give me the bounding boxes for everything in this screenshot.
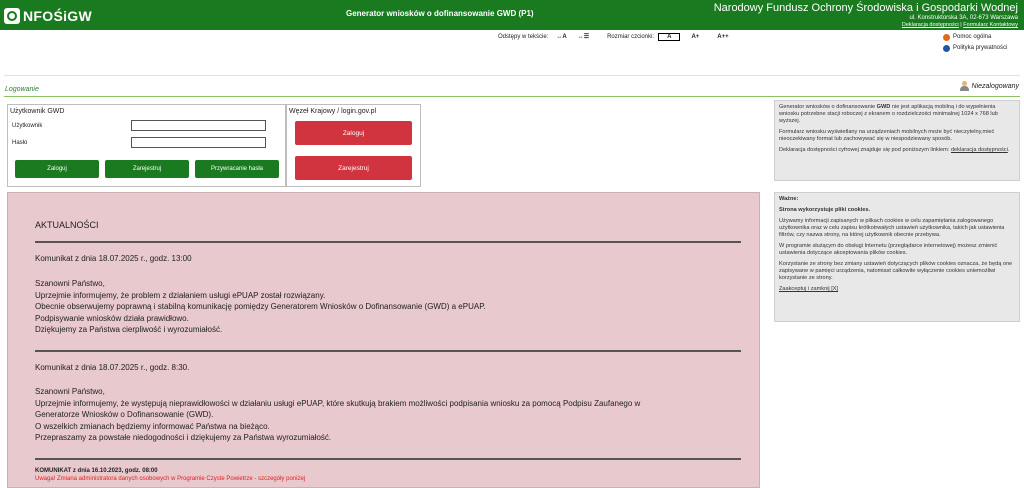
- help-icon: [943, 33, 950, 41]
- cookie-paragraph: W programie służącym do obsługi Internet…: [779, 243, 998, 256]
- national-node-panel-title: Węzeł Krajowy / login.gov.pl: [289, 108, 377, 115]
- user-status: Niezalogowany: [959, 81, 1019, 91]
- password-label: Hasło: [12, 140, 28, 146]
- gwd-panel-title: Użytkownik GWD: [10, 108, 65, 115]
- info-icon: [943, 44, 950, 52]
- news-separator: [35, 350, 741, 352]
- cookie-subheading: Strona wykorzystuje pliki cookies.: [779, 207, 871, 213]
- info-text: .: [1007, 147, 1010, 153]
- news-title: AKTUALNOŚCI: [35, 220, 99, 230]
- national-node-login-panel: Węzeł Krajowy / login.gov.pl Zaloguj Zar…: [286, 104, 421, 187]
- national-node-register-button[interactable]: Zarejestruj: [295, 156, 412, 180]
- help-links: Pomoc ogólna Polityka prywatności: [943, 32, 1007, 54]
- contact-form-link[interactable]: Formularz Kontaktowy: [963, 22, 1018, 28]
- news-line: Szanowni Państwo,: [35, 279, 105, 288]
- news-line: Dziękujemy za Państwa cierpliwość i wyro…: [35, 325, 223, 335]
- font-size-label: Rozmiar czcionki:: [607, 33, 655, 40]
- username-label: Użytkownik: [12, 123, 43, 129]
- news-panel: AKTUALNOŚCI Komunikat z dnia 18.07.2025 …: [7, 192, 760, 488]
- accessibility-toolbar: Odstępy w tekście: ↔A ↔☰ Rozmiar czcionk…: [498, 32, 736, 41]
- news-item-header: Komunikat z dnia 18.07.2025 r., godz. 8:…: [35, 363, 190, 372]
- news-item-header: Komunikat z dnia 18.07.2025 r., godz. 13…: [35, 254, 192, 263]
- accessibility-declaration-link[interactable]: Deklaracja dostępności: [902, 22, 959, 28]
- cookie-paragraph: Używamy informacji zapisanych w plikach …: [779, 218, 1005, 238]
- news-line: Podpisywanie wniosków działa prawidłowo.: [35, 313, 189, 323]
- news-line: Uprzejmie informujemy, że występują niep…: [35, 398, 641, 408]
- cookie-paragraph: Korzystanie ze strony bez zmiany ustawie…: [779, 261, 1013, 281]
- cookie-heading: Ważne:: [779, 196, 799, 202]
- mobile-info-box: Generator wniosków o dofinansowanie GWD …: [774, 100, 1020, 181]
- font-size-xlarge-button[interactable]: A++: [713, 33, 732, 41]
- nfosigw-logo[interactable]: NFOŚiGW: [4, 6, 92, 26]
- info-text-bold: GWD: [876, 104, 891, 110]
- news-line: Obecnie obserwujemy poprawną i stabilną …: [35, 302, 486, 312]
- text-spacing-label: Odstępy w tekście:: [498, 33, 549, 40]
- news-item-body: Szanowni Państwo, Uprzejmie informujemy,…: [35, 386, 735, 444]
- font-size-normal-button[interactable]: A: [658, 32, 681, 41]
- cookie-notice: Ważne: Strona wykorzystuje pliki cookies…: [774, 192, 1020, 322]
- line-spacing-button[interactable]: ↔☰: [574, 32, 593, 41]
- national-node-login-button[interactable]: Zaloguj: [295, 121, 412, 145]
- news-item-warning: Uwaga! Zmiana administratora danych osob…: [35, 476, 306, 482]
- logo-text: NFOŚiGW: [23, 8, 92, 24]
- news-line: O wszelkich zmianach będziemy informować…: [35, 421, 270, 431]
- org-address: ul. Konstruktorska 3A, 02-673 Warszawa: [909, 15, 1019, 21]
- info-text: Generator wniosków o dofinansowanie: [779, 104, 877, 110]
- login-section-title: Logowanie: [5, 86, 39, 93]
- font-size-large-button[interactable]: A+: [687, 33, 703, 41]
- top-header: NFOŚiGW Generator wniosków o dofinansowa…: [0, 0, 1024, 30]
- org-info: Narodowy Fundusz Ochrony Środowiska i Go…: [714, 2, 1018, 28]
- general-help-label: Pomoc ogólna: [953, 34, 992, 40]
- news-item-header: KOMUNIKAT z dnia 16.10.2023, godz. 08:00: [35, 468, 158, 474]
- general-help-link[interactable]: Pomoc ogólna: [943, 32, 1007, 42]
- info-paragraph: Formularz wniosku wyświetlany na urządze…: [779, 129, 995, 142]
- privacy-policy-link[interactable]: Polityka prywatności: [943, 43, 1007, 53]
- username-input[interactable]: [131, 120, 266, 131]
- accessibility-declaration-inline-link[interactable]: deklaracja dostępności: [951, 147, 1008, 153]
- login-button[interactable]: Zaloguj: [15, 160, 99, 178]
- privacy-policy-label: Polityka prywatności: [953, 45, 1008, 51]
- cookie-accept-link[interactable]: Zaakceptuj i zamknij [X]: [779, 286, 1015, 293]
- divider: [4, 75, 1020, 76]
- news-line: Uprzejmie informujemy, że problem z dzia…: [35, 290, 326, 300]
- news-item-body: Szanowni Państwo, Uprzejmie informujemy,…: [35, 278, 735, 336]
- news-line: Przepraszamy za powstałe niedogodności i…: [35, 433, 332, 443]
- info-paragraph: Deklaracja dostępności cyfrowej znajduje…: [779, 147, 1015, 154]
- news-line: Generatorze Wniosków o Dofinansowanie (G…: [35, 410, 214, 420]
- letter-spacing-button[interactable]: ↔A: [552, 33, 570, 41]
- password-reset-button[interactable]: Przywracanie hasła: [195, 160, 279, 178]
- header-links: Deklaracja dostępności | Formularz Konta…: [714, 22, 1018, 28]
- nfosigw-logo-icon: [4, 8, 20, 24]
- news-line: Szanowni Państwo,: [35, 387, 105, 396]
- news-separator: [35, 241, 741, 243]
- info-text: Deklaracja dostępności cyfrowej znajduje…: [779, 147, 951, 153]
- register-button[interactable]: Zarejestruj: [105, 160, 189, 178]
- password-input[interactable]: [131, 137, 266, 148]
- user-icon: [959, 81, 969, 91]
- news-separator: [35, 458, 741, 460]
- org-name: Narodowy Fundusz Ochrony Środowiska i Go…: [713, 2, 1018, 14]
- divider: [4, 96, 1020, 97]
- app-title: Generator wniosków o dofinansowanie GWD …: [346, 9, 534, 18]
- info-paragraph: Generator wniosków o dofinansowanie GWD …: [779, 104, 1015, 125]
- user-status-label: Niezalogowany: [971, 82, 1019, 90]
- gwd-login-panel: Użytkownik GWD Użytkownik Hasło Zaloguj …: [7, 104, 286, 187]
